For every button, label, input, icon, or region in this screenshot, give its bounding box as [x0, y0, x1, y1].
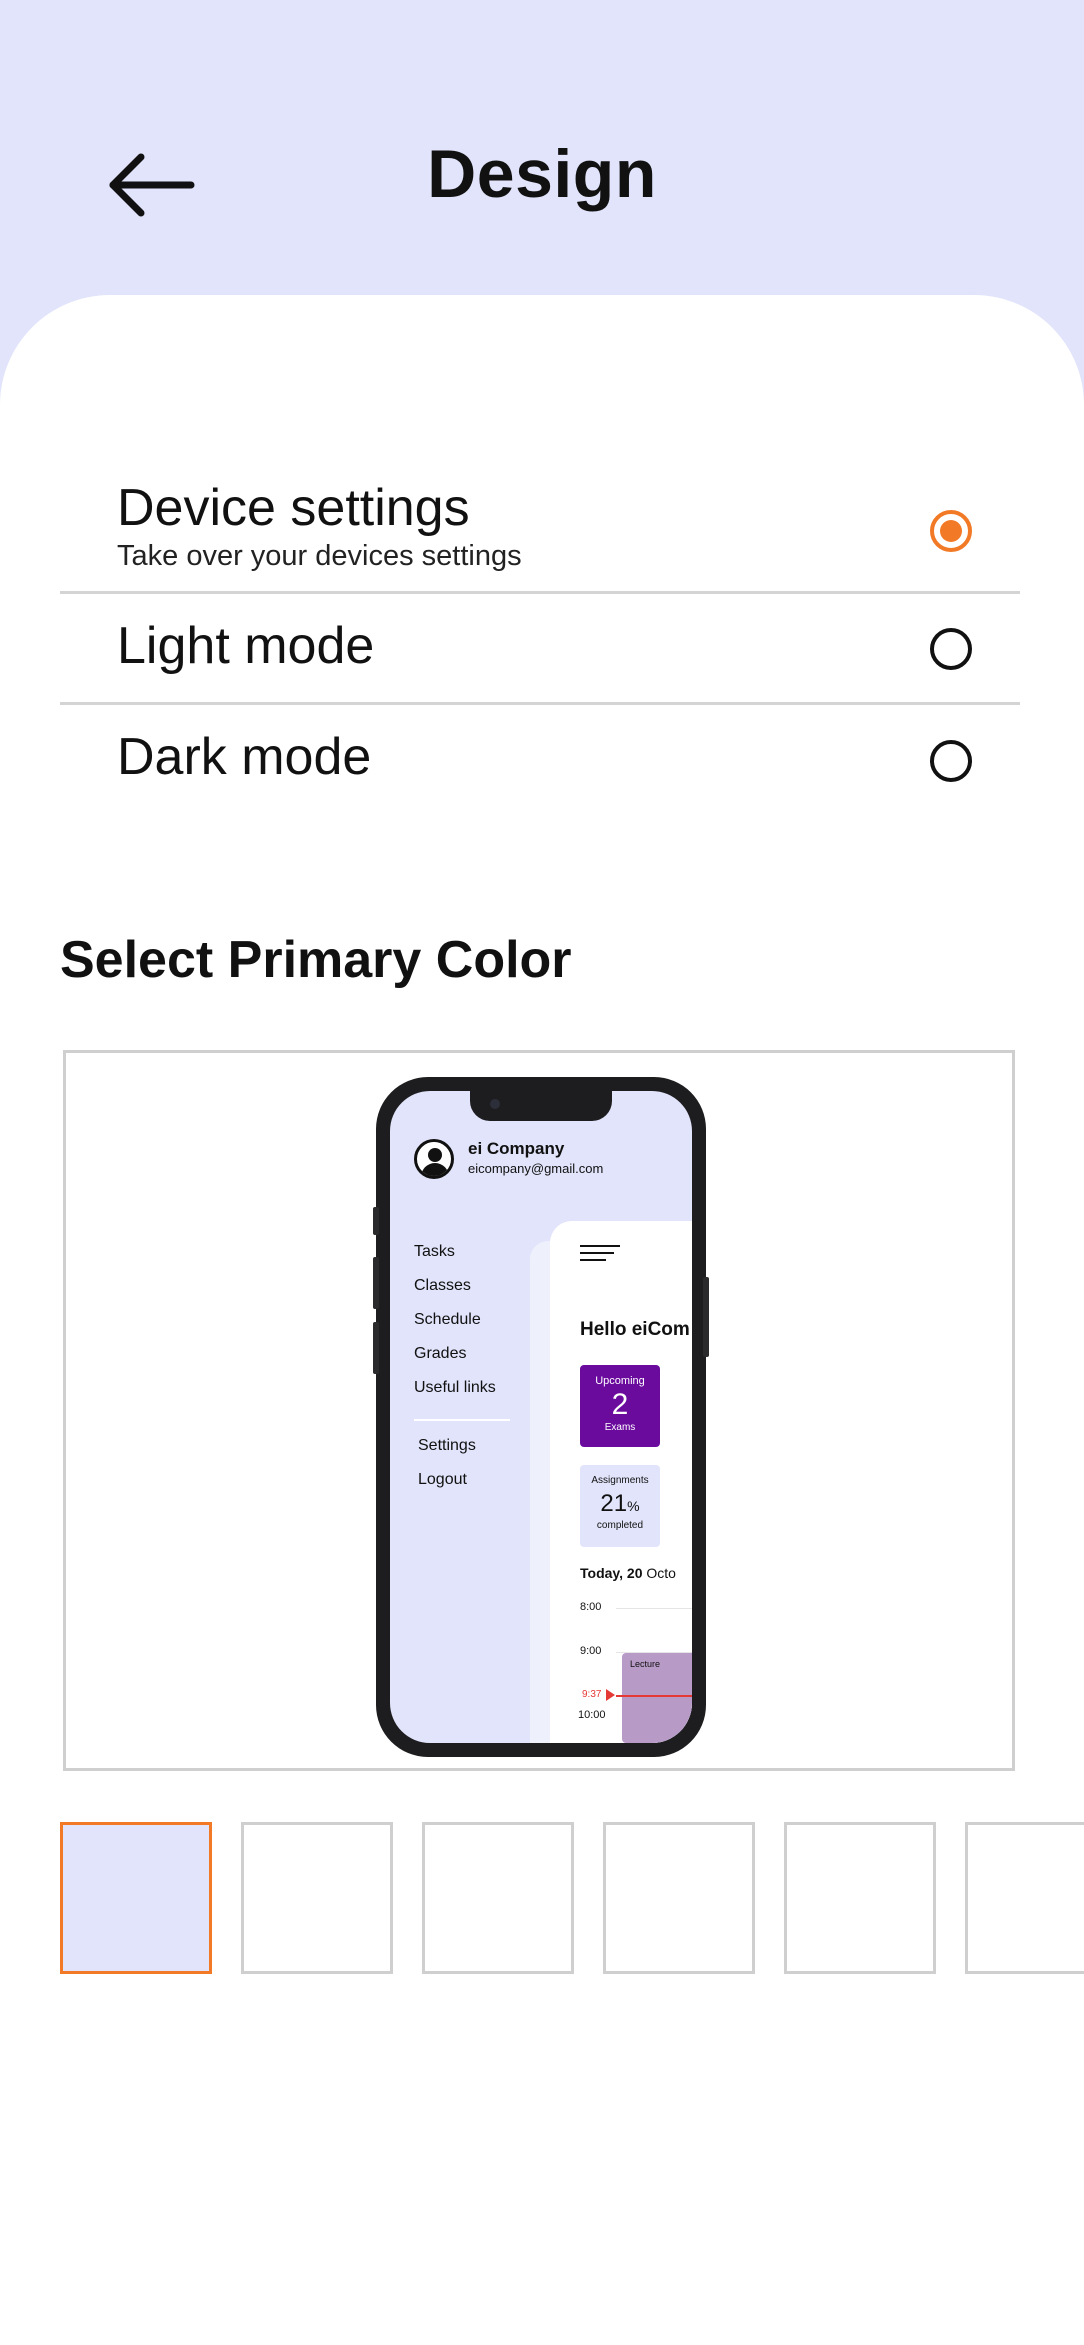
color-swatch-3[interactable] — [422, 1822, 574, 1974]
assignments-unit: % — [627, 1498, 640, 1514]
main-panel: Hello eiCom Upcoming 2 Exams Assignments… — [550, 1221, 692, 1743]
header: Design — [0, 0, 1084, 330]
today-bold: Today, 20 — [580, 1565, 643, 1581]
assignments-sublabel: completed — [596, 1520, 644, 1531]
phone-screen: ei Company eicompany@gmail.com Tasks Cla… — [390, 1091, 692, 1743]
time-label: 10:00 — [578, 1709, 606, 1721]
company-name: ei Company — [468, 1139, 565, 1158]
menu-item-grades: Grades — [414, 1345, 467, 1362]
radio-light-mode[interactable] — [930, 628, 972, 670]
time-label: 8:00 — [580, 1601, 602, 1613]
option-light-mode[interactable]: Light mode — [60, 600, 1020, 700]
divider — [60, 702, 1020, 705]
option-label: Dark mode — [117, 728, 372, 786]
option-device-settings[interactable]: Device settings Take over your devices s… — [60, 470, 1020, 590]
color-swatch-2[interactable] — [241, 1822, 393, 1974]
current-time-line — [616, 1695, 692, 1697]
color-swatch-1[interactable] — [60, 1822, 212, 1974]
menu-item-settings: Settings — [418, 1437, 476, 1454]
menu-item-classes: Classes — [414, 1277, 471, 1294]
menu-item-schedule: Schedule — [414, 1311, 481, 1328]
current-time-label: 9:37 — [582, 1689, 602, 1700]
divider — [60, 591, 1020, 594]
option-label: Light mode — [117, 617, 375, 675]
phone-mockup: ei Company eicompany@gmail.com Tasks Cla… — [373, 1077, 709, 1757]
menu-item-useful-links: Useful links — [414, 1379, 496, 1396]
camera-icon — [490, 1099, 500, 1109]
today-date: Today, 20 Octo — [580, 1565, 676, 1581]
grid-line — [616, 1608, 692, 1609]
menu-item-logout: Logout — [418, 1471, 467, 1488]
upcoming-label: Upcoming — [595, 1375, 645, 1387]
assignments-value: 21% — [580, 1490, 660, 1518]
greeting: Hello eiCom — [580, 1319, 690, 1340]
upcoming-sublabel: Exams — [604, 1422, 636, 1433]
current-time-marker-icon — [606, 1689, 615, 1701]
upcoming-card: Upcoming 2 Exams — [580, 1365, 660, 1447]
upcoming-number: 2 — [611, 1388, 629, 1421]
time-label: 9:00 — [580, 1645, 602, 1657]
option-subtitle: Take over your devices settings — [117, 540, 522, 572]
phone-button — [703, 1277, 709, 1357]
today-rest: Octo — [642, 1565, 676, 1581]
page-title: Design — [427, 136, 657, 212]
lecture-label: Lecture — [630, 1659, 661, 1669]
menu-divider — [414, 1419, 510, 1421]
phone-notch — [470, 1091, 612, 1121]
assignments-label: Assignments — [591, 1475, 649, 1486]
phone-button — [373, 1322, 379, 1374]
color-swatch-4[interactable] — [603, 1822, 755, 1974]
assignments-number: 21 — [600, 1490, 628, 1517]
hamburger-icon — [580, 1245, 620, 1266]
radio-device-settings[interactable] — [930, 510, 972, 552]
lecture-block: Lecture — [622, 1653, 692, 1743]
color-preview: ei Company eicompany@gmail.com Tasks Cla… — [63, 1050, 1015, 1771]
assignments-card: Assignments 21% completed — [580, 1465, 660, 1547]
phone-button — [373, 1257, 379, 1309]
option-label: Device settings — [117, 479, 470, 537]
color-swatch-5[interactable] — [784, 1822, 936, 1974]
phone-button — [373, 1207, 379, 1235]
color-swatch-6[interactable] — [965, 1822, 1084, 1974]
menu-item-tasks: Tasks — [414, 1243, 455, 1260]
section-title: Select Primary Color — [60, 931, 572, 989]
radio-dark-mode[interactable] — [930, 740, 972, 782]
company-email: eicompany@gmail.com — [468, 1161, 604, 1176]
avatar — [414, 1139, 454, 1179]
option-dark-mode[interactable]: Dark mode — [60, 712, 1020, 812]
